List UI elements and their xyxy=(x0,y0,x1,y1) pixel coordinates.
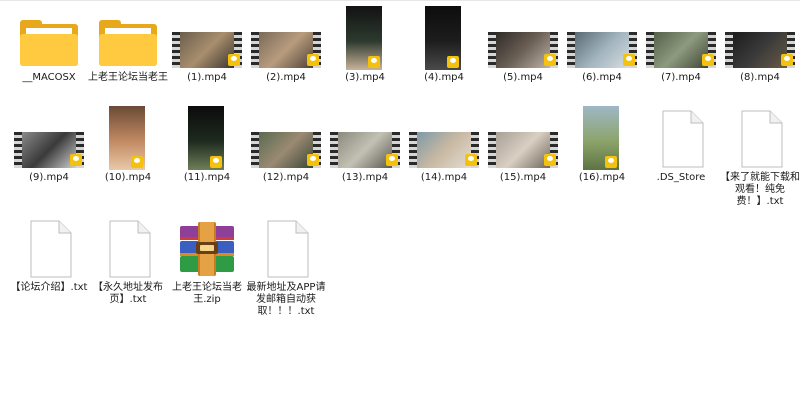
document-icon xyxy=(644,106,718,170)
folder-icon xyxy=(91,6,165,70)
player-badge-icon xyxy=(544,54,556,66)
video-file-item[interactable]: (6).mp4 xyxy=(565,6,639,106)
player-badge-icon xyxy=(544,154,556,166)
player-badge-icon xyxy=(307,54,319,66)
player-badge-icon xyxy=(465,154,477,166)
player-badge-icon xyxy=(228,54,240,66)
text-file-item[interactable]: 【来了就能下载和观看！纯免费！】.txt xyxy=(720,106,800,207)
player-badge-icon xyxy=(210,156,222,168)
video-file-item[interactable]: (14).mp4 xyxy=(407,106,481,206)
video-thumbnail-icon xyxy=(170,6,244,70)
video-file-item[interactable]: (16).mp4 xyxy=(565,106,639,206)
player-badge-icon xyxy=(781,54,793,66)
folder-item-laowang[interactable]: 上老王论坛当老王 xyxy=(88,6,168,106)
text-file-item[interactable]: 【论坛介绍】.txt xyxy=(11,216,87,316)
video-file-item[interactable]: (8).mp4 xyxy=(723,6,797,106)
player-badge-icon xyxy=(386,154,398,166)
file-name: 上老王论坛当老王 xyxy=(88,72,168,83)
winrar-archive-icon xyxy=(170,216,244,280)
video-file-item[interactable]: (11).mp4 xyxy=(170,106,244,206)
text-file-icon xyxy=(249,216,323,280)
video-thumbnail-icon xyxy=(249,6,323,70)
file-name: 上老王论坛当老王.zip xyxy=(172,282,242,305)
file-name: (4).mp4 xyxy=(424,72,464,83)
video-thumbnail-icon xyxy=(328,6,402,70)
file-name: 最新地址及APP请发邮箱自动获取！！！.txt xyxy=(246,282,326,317)
divider xyxy=(0,0,800,1)
player-badge-icon xyxy=(131,156,143,168)
video-file-item[interactable]: (1).mp4 xyxy=(170,6,244,106)
file-explorer-view: __MACOSX 上老王论坛当老王 (1).mp4 (2).mp4 (3).mp… xyxy=(0,0,800,410)
text-file-icon xyxy=(12,216,86,280)
file-name: (14).mp4 xyxy=(420,172,468,183)
file-name: (12).mp4 xyxy=(262,172,310,183)
file-name: (6).mp4 xyxy=(582,72,622,83)
video-file-item[interactable]: (12).mp4 xyxy=(249,106,323,206)
text-file-item[interactable]: 最新地址及APP请发邮箱自动获取！！！.txt xyxy=(247,216,325,317)
file-name: 【来了就能下载和观看！纯免费！】.txt xyxy=(720,172,800,207)
video-thumbnail-icon xyxy=(644,6,718,70)
video-file-item[interactable]: (13).mp4 xyxy=(328,106,402,206)
file-name: 【论坛介绍】.txt xyxy=(10,282,88,293)
video-thumbnail-icon xyxy=(486,106,560,170)
file-name: 【永久地址发布页】.txt xyxy=(93,282,163,305)
video-thumbnail-icon xyxy=(407,106,481,170)
player-badge-icon xyxy=(307,154,319,166)
folder-icon xyxy=(12,6,86,70)
player-badge-icon xyxy=(623,54,635,66)
video-file-item[interactable]: (4).mp4 xyxy=(407,6,481,106)
video-thumbnail-icon xyxy=(12,106,86,170)
file-name: __MACOSX xyxy=(22,72,76,83)
file-name: (9).mp4 xyxy=(29,172,69,183)
text-file-icon xyxy=(91,216,165,280)
video-file-item[interactable]: (9).mp4 xyxy=(12,106,86,206)
file-name: (8).mp4 xyxy=(740,72,780,83)
video-thumbnail-icon xyxy=(486,6,560,70)
player-badge-icon xyxy=(605,156,617,168)
player-badge-icon xyxy=(447,56,459,68)
file-name: (3).mp4 xyxy=(345,72,385,83)
video-file-item[interactable]: (2).mp4 xyxy=(249,6,323,106)
file-name: (11).mp4 xyxy=(183,172,231,183)
zip-file-item[interactable]: 上老王论坛当老王.zip xyxy=(170,216,244,316)
file-item-ds-store[interactable]: .DS_Store xyxy=(644,106,718,206)
video-thumbnail-icon xyxy=(565,106,639,170)
video-thumbnail-icon xyxy=(328,106,402,170)
file-name: (5).mp4 xyxy=(503,72,543,83)
file-name: (13).mp4 xyxy=(341,172,389,183)
video-thumbnail-icon xyxy=(170,106,244,170)
file-name: (15).mp4 xyxy=(499,172,547,183)
file-name: (10).mp4 xyxy=(104,172,152,183)
video-thumbnail-icon xyxy=(249,106,323,170)
file-name: (2).mp4 xyxy=(266,72,306,83)
player-badge-icon xyxy=(702,54,714,66)
video-thumbnail-icon xyxy=(723,6,797,70)
file-name: (7).mp4 xyxy=(661,72,701,83)
text-file-icon xyxy=(723,106,797,170)
video-thumbnail-icon xyxy=(565,6,639,70)
file-name: (16).mp4 xyxy=(578,172,626,183)
file-name: .DS_Store xyxy=(656,172,706,183)
player-badge-icon xyxy=(70,154,82,166)
video-thumbnail-icon xyxy=(91,106,165,170)
folder-item-macosx[interactable]: __MACOSX xyxy=(12,6,86,106)
video-thumbnail-icon xyxy=(407,6,481,70)
player-badge-icon xyxy=(368,56,380,68)
text-file-item[interactable]: 【永久地址发布页】.txt xyxy=(91,216,165,316)
video-file-item[interactable]: (5).mp4 xyxy=(486,6,560,106)
video-file-item[interactable]: (7).mp4 xyxy=(644,6,718,106)
file-name: (1).mp4 xyxy=(187,72,227,83)
video-file-item[interactable]: (3).mp4 xyxy=(328,6,402,106)
video-file-item[interactable]: (10).mp4 xyxy=(91,106,165,206)
video-file-item[interactable]: (15).mp4 xyxy=(486,106,560,206)
